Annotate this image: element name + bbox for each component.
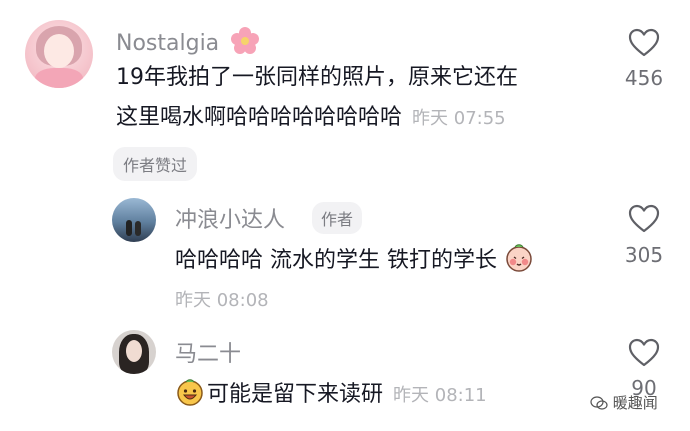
comment-text: 可能是留下来读研 bbox=[207, 382, 384, 407]
like-count: 305 bbox=[624, 243, 664, 267]
blushing-face-icon bbox=[506, 244, 532, 272]
avatar[interactable] bbox=[25, 20, 93, 88]
avatar-figure bbox=[126, 220, 132, 236]
flower-icon bbox=[231, 27, 260, 54]
author-badge: 作者 bbox=[312, 202, 363, 234]
comment-text: 这里喝水啊哈哈哈哈哈哈哈哈 bbox=[116, 105, 403, 130]
watermark-text: 暖趣闻 bbox=[612, 394, 658, 412]
username-text: Nostalgia bbox=[116, 31, 220, 56]
username-text: 马二十 bbox=[175, 342, 242, 367]
like-heart-icon[interactable] bbox=[628, 204, 660, 234]
comment-text-line: 哈哈哈哈 流水的学生 铁打的学长 bbox=[175, 243, 534, 273]
avatar-face bbox=[44, 34, 74, 68]
author-liked-chip: 作者赞过 bbox=[113, 147, 198, 181]
grinning-face-icon bbox=[177, 379, 203, 406]
comment-username[interactable]: 冲浪小达人 bbox=[175, 202, 285, 234]
avatar[interactable] bbox=[112, 330, 156, 374]
comment-time: 昨天 07:55 bbox=[412, 108, 506, 129]
comment-text: 哈哈哈哈 流水的学生 铁打的学长 bbox=[175, 248, 497, 273]
watermark: 暖趣闻 bbox=[590, 392, 658, 413]
avatar-face bbox=[126, 340, 142, 362]
comment-username[interactable]: 马二十 bbox=[175, 336, 241, 368]
username-text: 冲浪小达人 bbox=[175, 208, 286, 233]
avatar[interactable] bbox=[112, 198, 156, 242]
comment-time: 昨天 08:08 bbox=[175, 290, 269, 311]
like-heart-icon[interactable] bbox=[628, 28, 660, 58]
comment-username[interactable]: Nostalgia bbox=[116, 26, 260, 56]
chat-bubble-icon bbox=[590, 396, 608, 410]
comment-text-line: 19年我拍了一张同样的照片，原来它还在 bbox=[116, 65, 518, 90]
like-heart-icon[interactable] bbox=[628, 338, 660, 368]
comment-text-line: 这里喝水啊哈哈哈哈哈哈哈哈 昨天 07:55 bbox=[116, 107, 506, 129]
avatar-figure bbox=[135, 221, 141, 236]
comment-text-line: 可能是留下来读研 昨天 08:11 bbox=[175, 377, 487, 407]
comment-time: 昨天 08:11 bbox=[393, 385, 487, 406]
avatar-shirt bbox=[35, 68, 83, 88]
like-count: 456 bbox=[624, 66, 664, 90]
